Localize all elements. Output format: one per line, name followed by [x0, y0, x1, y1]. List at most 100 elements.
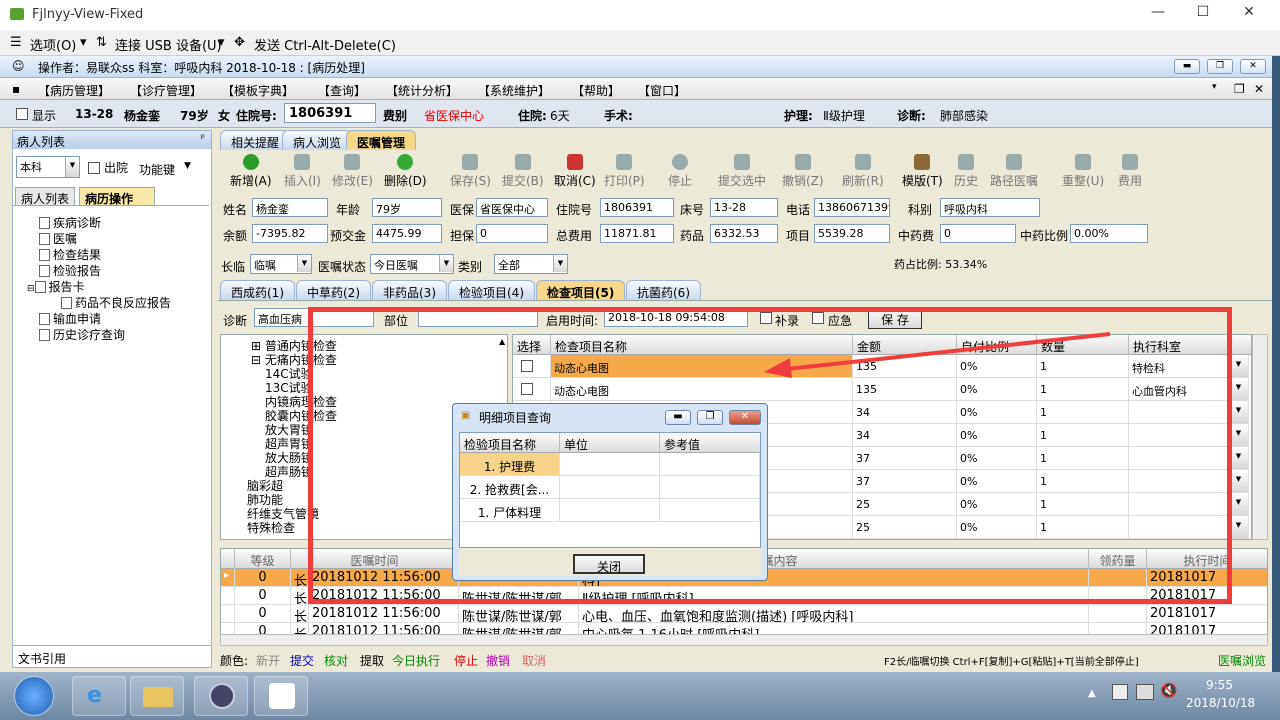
- order-content[interactable]: Ⅱ级护理 [呼吸内科]: [579, 587, 1089, 605]
- submit-button[interactable]: 提交(B): [502, 154, 544, 189]
- exam-item-qty[interactable]: 1: [1037, 493, 1129, 516]
- tree-node[interactable]: 特殊检查: [247, 519, 295, 536]
- order-kind[interactable]: 长: [291, 587, 309, 605]
- exam-item-qty[interactable]: 1: [1037, 516, 1129, 539]
- tab-non-drug[interactable]: 非药品(3): [372, 280, 447, 300]
- exam-item-dept[interactable]: [1129, 447, 1229, 470]
- collapse-icon[interactable]: ⊟: [27, 284, 35, 294]
- tab-record-ops[interactable]: 病历操作: [79, 187, 155, 206]
- tab-antibiotics[interactable]: 抗菌药(6): [626, 280, 701, 300]
- edit-button[interactable]: 修改(E): [332, 154, 373, 189]
- exam-item-dept[interactable]: 特检科: [1129, 355, 1229, 378]
- tree-item-lab-report[interactable]: 检验报告: [39, 262, 101, 279]
- show-checkbox[interactable]: [16, 108, 28, 120]
- start-icon[interactable]: [14, 676, 54, 716]
- start-time-input[interactable]: 2018-10-18 09:54:08: [604, 308, 748, 327]
- menu-record[interactable]: 【病历管理】: [38, 82, 110, 99]
- exam-item-amount[interactable]: 34: [853, 424, 957, 447]
- exam-item-dept[interactable]: [1129, 516, 1229, 539]
- menu-stats[interactable]: 【统计分析】: [386, 82, 458, 99]
- minimize-icon[interactable]: —: [1143, 4, 1173, 20]
- tab-patient-list[interactable]: 病人列表: [15, 187, 76, 206]
- tab-order-management[interactable]: 医嘱管理: [346, 130, 417, 150]
- close-icon[interactable]: ✕: [729, 410, 761, 425]
- mdi-restore-icon[interactable]: ❐: [1207, 59, 1233, 74]
- chevron-down-icon[interactable]: ▼: [1229, 470, 1249, 493]
- chevron-down-icon[interactable]: ▾: [1212, 82, 1217, 92]
- vm-menu-cad[interactable]: 发送 Ctrl-Alt-Delete(C): [254, 35, 396, 54]
- supplement-checkbox[interactable]: [760, 312, 772, 324]
- admission-input[interactable]: 1806391: [284, 103, 376, 123]
- exam-item-dept[interactable]: [1129, 470, 1229, 493]
- close-button[interactable]: 关闭: [573, 554, 645, 574]
- stop-button[interactable]: 停止: [668, 154, 692, 189]
- order-time[interactable]: 20181012 11:56:00: [309, 569, 459, 587]
- tree-item-history[interactable]: 历史诊疗查询: [39, 326, 125, 343]
- order-content[interactable]: 心电、血压、血氧饱和度监测(描述) [呼吸内科]: [579, 605, 1089, 623]
- order-kind[interactable]: 长: [291, 569, 309, 587]
- pin-icon[interactable]: ᵖ: [201, 133, 205, 144]
- fee-button[interactable]: 费用: [1118, 154, 1142, 189]
- add-button[interactable]: 新增(A): [230, 154, 272, 189]
- his-app-icon[interactable]: [254, 676, 308, 716]
- status-select[interactable]: 今日医嘱 ▼: [370, 254, 454, 274]
- tree-item-transfusion[interactable]: 输血申请: [39, 310, 101, 327]
- order-time[interactable]: 20181012 11:56:00: [309, 587, 459, 605]
- vm-menu-options[interactable]: 选项(O): [30, 35, 76, 54]
- row-indicator[interactable]: [221, 605, 235, 623]
- chevron-down-icon[interactable]: ▼: [1229, 401, 1249, 424]
- detail-reference[interactable]: [660, 453, 760, 476]
- order-dispense[interactable]: [1089, 605, 1147, 623]
- mdi-close-icon[interactable]: ✕: [1240, 59, 1266, 74]
- exam-item-dept[interactable]: [1129, 401, 1229, 424]
- tree-item-report-card[interactable]: ⊟ 报告卡: [27, 278, 85, 295]
- history-button[interactable]: 历史: [954, 154, 978, 189]
- tray-expand-icon[interactable]: ▲: [1088, 688, 1096, 699]
- minimize-icon[interactable]: ▬: [665, 410, 691, 425]
- detail-item-name[interactable]: 2. 抢救费[会...: [460, 476, 560, 499]
- hamburger-icon[interactable]: ☰: [10, 35, 22, 50]
- vm-menu-usb[interactable]: 连接 USB 设备(U): [115, 35, 222, 54]
- exam-item-qty[interactable]: 1: [1037, 447, 1129, 470]
- chevron-down-icon[interactable]: ▼: [1229, 493, 1249, 516]
- detail-unit[interactable]: [560, 499, 660, 522]
- reorganize-button[interactable]: 重整(U): [1062, 154, 1104, 189]
- order-level[interactable]: 0: [235, 605, 291, 623]
- network-icon[interactable]: [1136, 684, 1154, 700]
- revoke-button[interactable]: 撤销(Z): [782, 154, 824, 189]
- tab-western-drug[interactable]: 西成药(1): [220, 280, 295, 300]
- template-button[interactable]: 模版(T): [902, 154, 943, 189]
- menu-treatment[interactable]: 【诊疗管理】: [130, 82, 202, 99]
- tree-item-exam-results[interactable]: 检查结果: [39, 246, 101, 263]
- menu-template[interactable]: 【模板字典】: [222, 82, 294, 99]
- order-level[interactable]: 0: [235, 569, 291, 587]
- tab-patient-browse[interactable]: 病人浏览: [282, 130, 353, 150]
- order-exec-time[interactable]: 20181017: [1147, 569, 1267, 587]
- refresh-button[interactable]: 刷新(R): [842, 154, 884, 189]
- exam-save-button[interactable]: 保 存: [868, 307, 922, 329]
- clock-time[interactable]: 9:55: [1206, 678, 1233, 692]
- tree-item-orders[interactable]: 医嘱: [39, 230, 77, 247]
- dept-select[interactable]: 本科 ▼: [16, 156, 80, 178]
- exam-item-ratio[interactable]: 0%: [957, 470, 1037, 493]
- chevron-down-icon[interactable]: ▼: [439, 255, 453, 272]
- menu-window[interactable]: 【窗口】: [638, 82, 686, 99]
- order-doctor[interactable]: 陈世谋/陈世谋/郭: [459, 587, 579, 605]
- maximize-icon[interactable]: ❐: [697, 410, 723, 425]
- chevron-down-icon[interactable]: ▼: [65, 157, 79, 177]
- tab-exam-items[interactable]: 检查项目(5): [536, 280, 626, 300]
- exam-item-amount[interactable]: 34: [853, 401, 957, 424]
- exam-item-amount[interactable]: 135: [853, 378, 957, 401]
- detail-reference[interactable]: [660, 476, 760, 499]
- func-key-button[interactable]: 功能键: [139, 161, 175, 178]
- close-icon[interactable]: ✕: [1234, 4, 1264, 20]
- volume-icon[interactable]: 🔇: [1160, 683, 1177, 699]
- menu-system[interactable]: 【系统维护】: [478, 82, 550, 99]
- exam-item-dept[interactable]: 心血管内科: [1129, 378, 1229, 401]
- menu-query[interactable]: 【查询】: [318, 82, 366, 99]
- discharged-checkbox[interactable]: [88, 162, 100, 174]
- detail-item-name[interactable]: 1. 护理费: [460, 453, 560, 476]
- exam-item-amount[interactable]: 37: [853, 447, 957, 470]
- scroll-up-icon[interactable]: ▲: [499, 337, 505, 346]
- chevron-down-icon[interactable]: ▼: [297, 255, 311, 272]
